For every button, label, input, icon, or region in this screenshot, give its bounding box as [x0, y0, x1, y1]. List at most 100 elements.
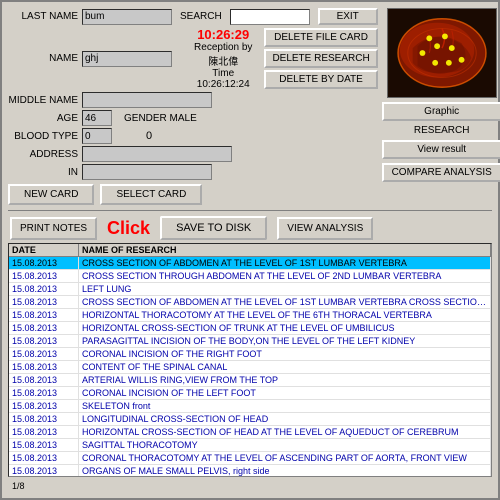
row-name: LONGITUDINAL CROSS-SECTION OF HEAD [79, 413, 491, 425]
click-text: Click [107, 218, 150, 239]
row-name: CONTENT OF THE SPINAL CANAL [79, 361, 491, 373]
in-label: IN [8, 167, 78, 178]
table-row[interactable]: 15.08.2013 PARASAGITTAL INCISION OF THE … [9, 335, 491, 348]
select-card-button[interactable]: SELECT CARD [100, 184, 202, 205]
row-date: 15.08.2013 [9, 348, 79, 360]
row-date: 15.08.2013 [9, 426, 79, 438]
last-name-input[interactable] [82, 9, 172, 25]
table-row[interactable]: 15.08.2013 CORONAL INCISION OF THE RIGHT… [9, 348, 491, 361]
col-date: DATE [9, 244, 79, 256]
table-row[interactable]: 15.08.2013 CROSS SECTION THROUGH ABDOMEN… [9, 270, 491, 283]
table-row[interactable]: 15.08.2013 SKELETON front [9, 400, 491, 413]
table-row[interactable]: 15.08.2013 ORGANS OF MALE SMALL PELVIS, … [9, 465, 491, 477]
col-name: NAME OF RESEARCH [79, 244, 491, 256]
toolbar-row: PRINT NOTES Click SAVE TO DISK VIEW ANAL… [8, 216, 492, 240]
in-input[interactable] [82, 164, 212, 180]
blood-num: 0 [146, 130, 152, 142]
row-date: 15.08.2013 [9, 270, 79, 282]
action-buttons: DELETE FILE CARD DELETE RESEARCH DELETE … [264, 28, 377, 89]
page-indicator: 1/8 [8, 480, 492, 492]
row-name: HORIZONTAL CROSS-SECTION OF HEAD AT THE … [79, 426, 491, 438]
table-row[interactable]: 15.08.2013 HORIZONTAL CROSS-SECTION OF H… [9, 426, 491, 439]
address-row: ADDRESS [8, 146, 378, 162]
name-input[interactable] [82, 51, 172, 67]
row-name: CROSS SECTION OF ABDOMEN AT THE LEVEL OF… [79, 257, 491, 269]
top-section: LAST NAME SEARCH EXIT NAME 10:26:29 Rece… [8, 8, 492, 205]
row-date: 15.08.2013 [9, 309, 79, 321]
row-date: 15.08.2013 [9, 452, 79, 464]
divider1 [8, 210, 492, 211]
row-name: CROSS SECTION OF ABDOMEN AT THE LEVEL OF… [79, 296, 491, 308]
table-row[interactable]: 15.08.2013 HORIZONTAL THORACOTOMY AT THE… [9, 309, 491, 322]
table-row[interactable]: 15.08.2013 LEFT LUNG [9, 283, 491, 296]
row-date: 15.08.2013 [9, 335, 79, 347]
row-name: CORONAL THORACOTOMY AT THE LEVEL OF ASCE… [79, 452, 491, 464]
table-row[interactable]: 15.08.2013 CONTENT OF THE SPINAL CANAL [9, 361, 491, 374]
search-input[interactable] [230, 9, 310, 25]
row-name: ORGANS OF MALE SMALL PELVIS, right side [79, 465, 491, 477]
research-table[interactable]: DATE NAME OF RESEARCH 15.08.2013 CROSS S… [8, 243, 492, 477]
age-label: AGE [8, 113, 78, 124]
print-notes-button[interactable]: PRINT NOTES [10, 217, 97, 240]
row-name: SKELETON front [79, 400, 491, 412]
last-name-row: LAST NAME SEARCH EXIT [8, 8, 378, 25]
row-name: LEFT LUNG [79, 283, 491, 295]
delete-by-date-button[interactable]: DELETE BY DATE [264, 70, 377, 89]
table-row[interactable]: 15.08.2013 CORONAL INCISION OF THE LEFT … [9, 387, 491, 400]
middle-name-label: MIDDLE NAME [8, 95, 78, 106]
age-row: AGE GENDER MALE [8, 110, 378, 126]
row-name: SAGITTAL THORACOTOMY [79, 439, 491, 451]
row-date: 15.08.2013 [9, 387, 79, 399]
name-row: NAME 10:26:29 Reception by 陳北偉 Time 10:2… [8, 27, 378, 90]
clock-display: 10:26:29 [197, 27, 249, 42]
row-date: 15.08.2013 [9, 465, 79, 477]
view-result-button[interactable]: View result [382, 140, 500, 159]
search-label: SEARCH [180, 11, 222, 22]
row-name: PARASAGITTAL INCISION OF THE BODY,ON THE… [79, 335, 491, 347]
table-row[interactable]: 15.08.2013 HORIZONTAL CROSS-SECTION OF T… [9, 322, 491, 335]
age-input[interactable] [82, 110, 112, 126]
row-name: ARTERIAL WILLIS RING,VIEW FROM THE TOP [79, 374, 491, 386]
table-row[interactable]: 15.08.2013 SAGITTAL THORACOTOMY [9, 439, 491, 452]
blood-input[interactable] [82, 128, 112, 144]
research-label: RESEARCH [414, 125, 470, 136]
middle-name-row: MIDDLE NAME [8, 92, 378, 108]
address-label: ADDRESS [8, 149, 78, 160]
view-analysis-button[interactable]: VIEW ANALYSIS [277, 217, 373, 240]
table-row[interactable]: 15.08.2013 CROSS SECTION OF ABDOMEN AT T… [9, 257, 491, 270]
middle-name-input[interactable] [82, 92, 212, 108]
reception-text: Reception by 陳北偉 [190, 42, 256, 68]
delete-file-card-button[interactable]: DELETE FILE CARD [264, 28, 377, 47]
table-row[interactable]: 15.08.2013 CROSS SECTION OF ABDOMEN AT T… [9, 296, 491, 309]
row-date: 15.08.2013 [9, 296, 79, 308]
new-card-button[interactable]: NEW CARD [8, 184, 94, 205]
table-row[interactable]: 15.08.2013 ARTERIAL WILLIS RING,VIEW FRO… [9, 374, 491, 387]
time-small: Time 10:26:12:24 [190, 68, 256, 90]
exit-button[interactable]: EXIT [318, 8, 378, 25]
blood-row: BLOOD TYPE 0 [8, 128, 378, 144]
form-area: LAST NAME SEARCH EXIT NAME 10:26:29 Rece… [8, 8, 378, 205]
right-panel: Graphic RESEARCH View result COMPARE ANA… [382, 8, 500, 205]
table-row[interactable]: 15.08.2013 LONGITUDINAL CROSS-SECTION OF… [9, 413, 491, 426]
blood-label: BLOOD TYPE [8, 131, 78, 142]
compare-analysis-button[interactable]: COMPARE ANALYSIS [382, 163, 500, 182]
last-name-label: LAST NAME [8, 11, 78, 22]
row-date: 15.08.2013 [9, 361, 79, 373]
gender-label: GENDER MALE [124, 113, 197, 124]
row-date: 15.08.2013 [9, 400, 79, 412]
row-date: 15.08.2013 [9, 374, 79, 386]
in-row: IN [8, 164, 378, 180]
delete-research-button[interactable]: DELETE RESEARCH [264, 49, 377, 68]
table-header: DATE NAME OF RESEARCH [9, 244, 491, 257]
graphic-button[interactable]: Graphic [382, 102, 500, 121]
main-window: LAST NAME SEARCH EXIT NAME 10:26:29 Rece… [0, 0, 500, 500]
table-row[interactable]: 15.08.2013 CORONAL THORACOTOMY AT THE LE… [9, 452, 491, 465]
address-input[interactable] [82, 146, 232, 162]
save-to-disk-button[interactable]: SAVE TO DISK [160, 216, 267, 240]
row-name: CORONAL INCISION OF THE RIGHT FOOT [79, 348, 491, 360]
row-name: CROSS SECTION THROUGH ABDOMEN AT THE LEV… [79, 270, 491, 282]
row-name: HORIZONTAL THORACOTOMY AT THE LEVEL OF T… [79, 309, 491, 321]
row-name: CORONAL INCISION OF THE LEFT FOOT [79, 387, 491, 399]
time-area: 10:26:29 Reception by 陳北偉 Time 10:26:12:… [190, 27, 256, 90]
organ-svg [388, 9, 496, 97]
